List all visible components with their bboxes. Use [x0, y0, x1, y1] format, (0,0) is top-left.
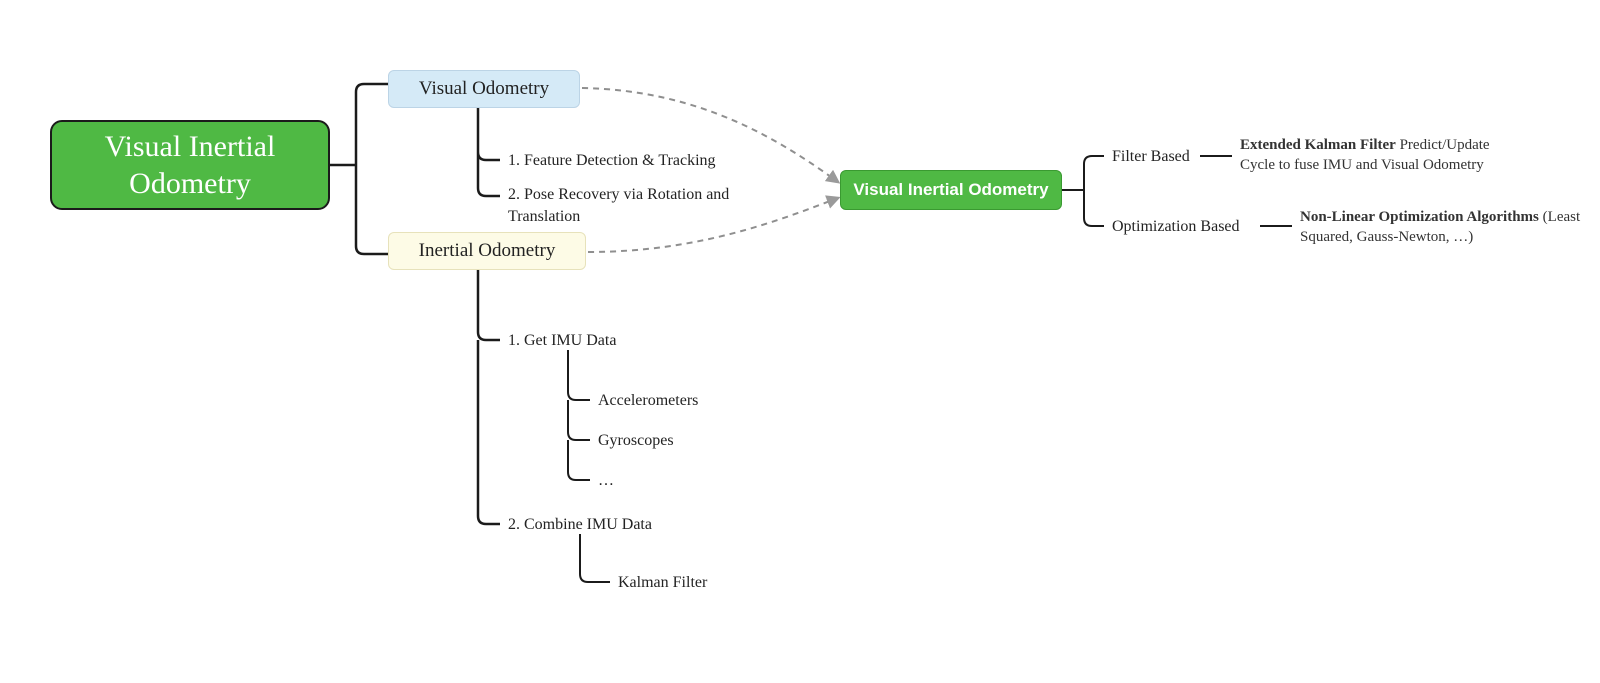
connector-layer	[0, 0, 1600, 683]
branch-filter-based: Filter Based	[1112, 146, 1190, 168]
imu-source-more: …	[598, 470, 614, 492]
detail-filter-bold: Extended Kalman Filter	[1240, 137, 1396, 153]
root-title: Visual Inertial Odometry	[60, 128, 320, 203]
combine-method-1: Kalman Filter	[618, 572, 707, 594]
diagram-canvas: Visual Inertial Odometry Visual Odometry…	[0, 0, 1600, 683]
inertial-step-2: 2. Combine IMU Data	[508, 514, 652, 536]
root-node: Visual Inertial Odometry	[50, 120, 330, 210]
inertial-odometry-node: Inertial Odometry	[388, 232, 586, 270]
fusion-title: Visual Inertial Odometry	[853, 179, 1048, 200]
inertial-step-1: 1. Get IMU Data	[508, 330, 616, 352]
imu-source-accel: Accelerometers	[598, 390, 698, 412]
visual-step-1: 1. Feature Detection & Tracking	[508, 150, 768, 172]
visual-step-2: 2. Pose Recovery via Rotation and Transl…	[508, 184, 778, 227]
fusion-node: Visual Inertial Odometry	[840, 170, 1062, 210]
imu-source-gyro: Gyroscopes	[598, 430, 674, 452]
visual-odometry-title: Visual Odometry	[419, 77, 549, 101]
branch-optimization-based: Optimization Based	[1112, 216, 1240, 238]
visual-odometry-node: Visual Odometry	[388, 70, 580, 108]
detail-opt-bold: Non-Linear Optimization Algorithms	[1300, 209, 1539, 225]
inertial-odometry-title: Inertial Odometry	[419, 239, 556, 263]
detail-optimization-based: Non-Linear Optimization Algorithms (Leas…	[1300, 208, 1600, 247]
detail-filter-based: Extended Kalman Filter Predict/Update Cy…	[1240, 136, 1520, 175]
